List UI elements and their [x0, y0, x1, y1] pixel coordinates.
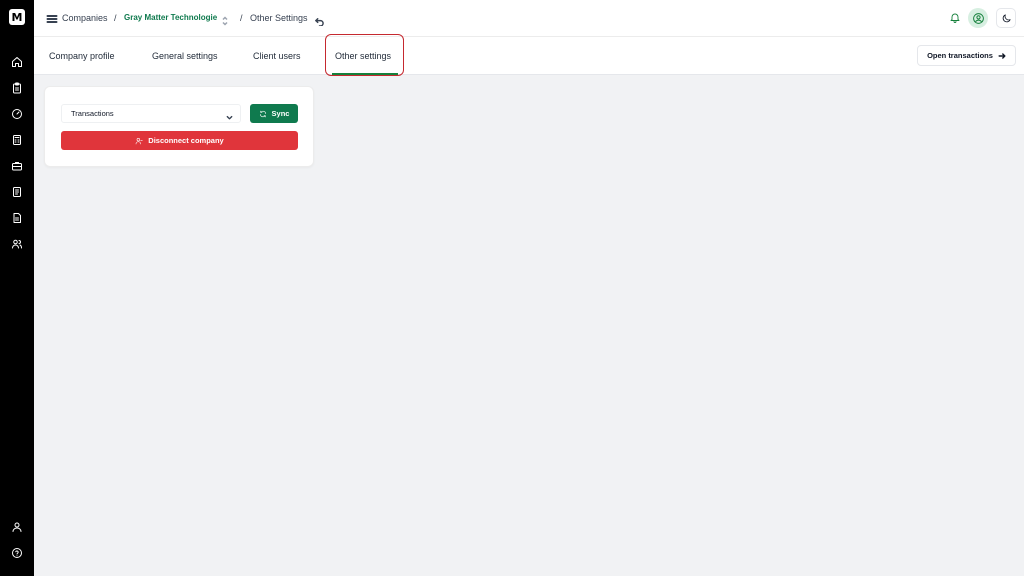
tab-other-settings[interactable]: Other settings	[335, 50, 391, 62]
user-circle-icon[interactable]	[968, 8, 988, 28]
select-value: Transactions	[71, 109, 114, 118]
breadcrumb-company[interactable]: Gray Matter Technologie	[124, 12, 217, 24]
disconnect-company-label: Disconnect company	[148, 136, 224, 145]
tab-company-profile[interactable]: Company profile	[49, 50, 115, 62]
top-header: Companies / Gray Matter Technologie / Ot…	[34, 0, 1024, 37]
undo-icon[interactable]	[315, 13, 324, 27]
chevron-up-down-icon[interactable]	[221, 13, 229, 26]
chevron-down-icon	[226, 110, 233, 120]
users-icon[interactable]	[10, 237, 24, 251]
breadcrumb-separator: /	[240, 13, 243, 23]
breadcrumb-current: Other Settings	[250, 13, 308, 23]
menu-icon[interactable]	[46, 12, 58, 24]
breadcrumb-separator: /	[114, 13, 117, 23]
clipboard-icon[interactable]	[10, 81, 24, 95]
other-settings-card: Transactions Sync Disconnect company	[44, 86, 314, 167]
app-logo[interactable]: M	[9, 9, 25, 25]
tab-client-users[interactable]: Client users	[253, 50, 301, 62]
moon-icon[interactable]	[996, 8, 1016, 28]
refresh-icon	[259, 110, 266, 117]
transactions-select[interactable]: Transactions	[61, 104, 241, 123]
user-icon[interactable]	[10, 520, 24, 534]
breadcrumb-companies[interactable]: Companies	[62, 12, 108, 24]
open-transactions-label: Open transactions	[927, 51, 993, 60]
user-minus-icon	[135, 137, 143, 144]
tab-general-settings[interactable]: General settings	[152, 50, 218, 62]
calculator-icon[interactable]	[10, 133, 24, 147]
tabs-bar: Company profile General settings Client …	[34, 34, 1024, 76]
briefcase-icon[interactable]	[10, 159, 24, 173]
arrow-right-icon	[998, 52, 1006, 59]
report-icon[interactable]	[10, 211, 24, 225]
home-icon[interactable]	[10, 55, 24, 69]
document-icon[interactable]	[10, 185, 24, 199]
active-tab-underline	[332, 73, 398, 75]
gauge-icon[interactable]	[10, 107, 24, 121]
sidebar: M	[0, 0, 34, 576]
sync-button[interactable]: Sync	[250, 104, 298, 123]
help-icon[interactable]	[10, 546, 24, 560]
sync-label: Sync	[271, 109, 290, 118]
bell-icon[interactable]	[949, 11, 961, 24]
disconnect-company-button[interactable]: Disconnect company	[61, 131, 298, 150]
open-transactions-button[interactable]: Open transactions	[917, 45, 1016, 66]
